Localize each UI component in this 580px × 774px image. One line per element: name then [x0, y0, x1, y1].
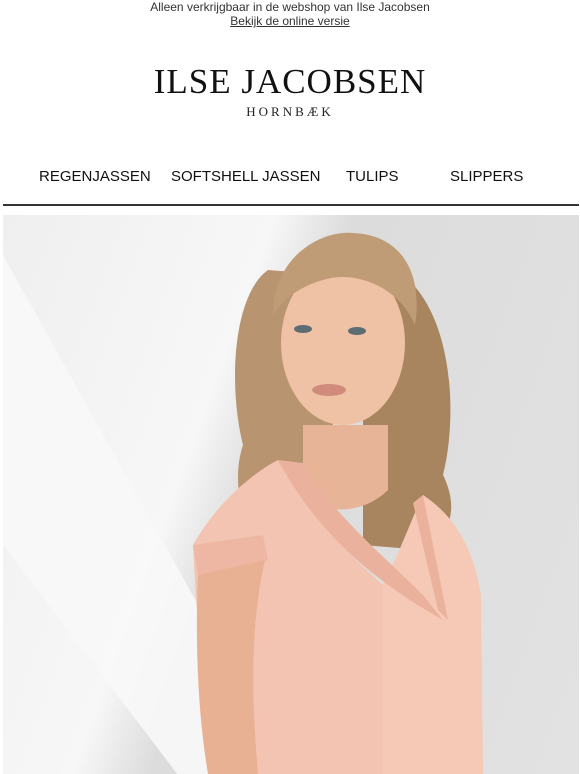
hero-photo — [3, 232, 483, 774]
main-nav: REGENJASSEN SOFTSHELL JASSEN TULIPS SLIP… — [0, 168, 580, 188]
nav-item-slippers[interactable]: SLIPPERS — [450, 168, 523, 185]
preheader-text: Alleen verkrijgbaar in de webshop van Il… — [150, 0, 430, 14]
preheader: Alleen verkrijgbaar in de webshop van Il… — [0, 0, 580, 28]
logo-brand-name: ILSE JACOBSEN — [153, 62, 427, 101]
view-online-link[interactable]: Bekijk de online versie — [230, 14, 349, 28]
hero-image[interactable] — [3, 215, 579, 774]
logo-subtitle: HORNBÆK — [246, 104, 334, 119]
nav-divider — [3, 204, 579, 206]
brand-logo[interactable]: ILSE JACOBSEN HORNBÆK — [0, 64, 580, 120]
nav-item-regenjassen[interactable]: REGENJASSEN — [39, 168, 151, 185]
nav-item-softshell-jassen[interactable]: SOFTSHELL JASSEN — [171, 168, 321, 185]
nav-item-tulips[interactable]: TULIPS — [346, 168, 399, 185]
